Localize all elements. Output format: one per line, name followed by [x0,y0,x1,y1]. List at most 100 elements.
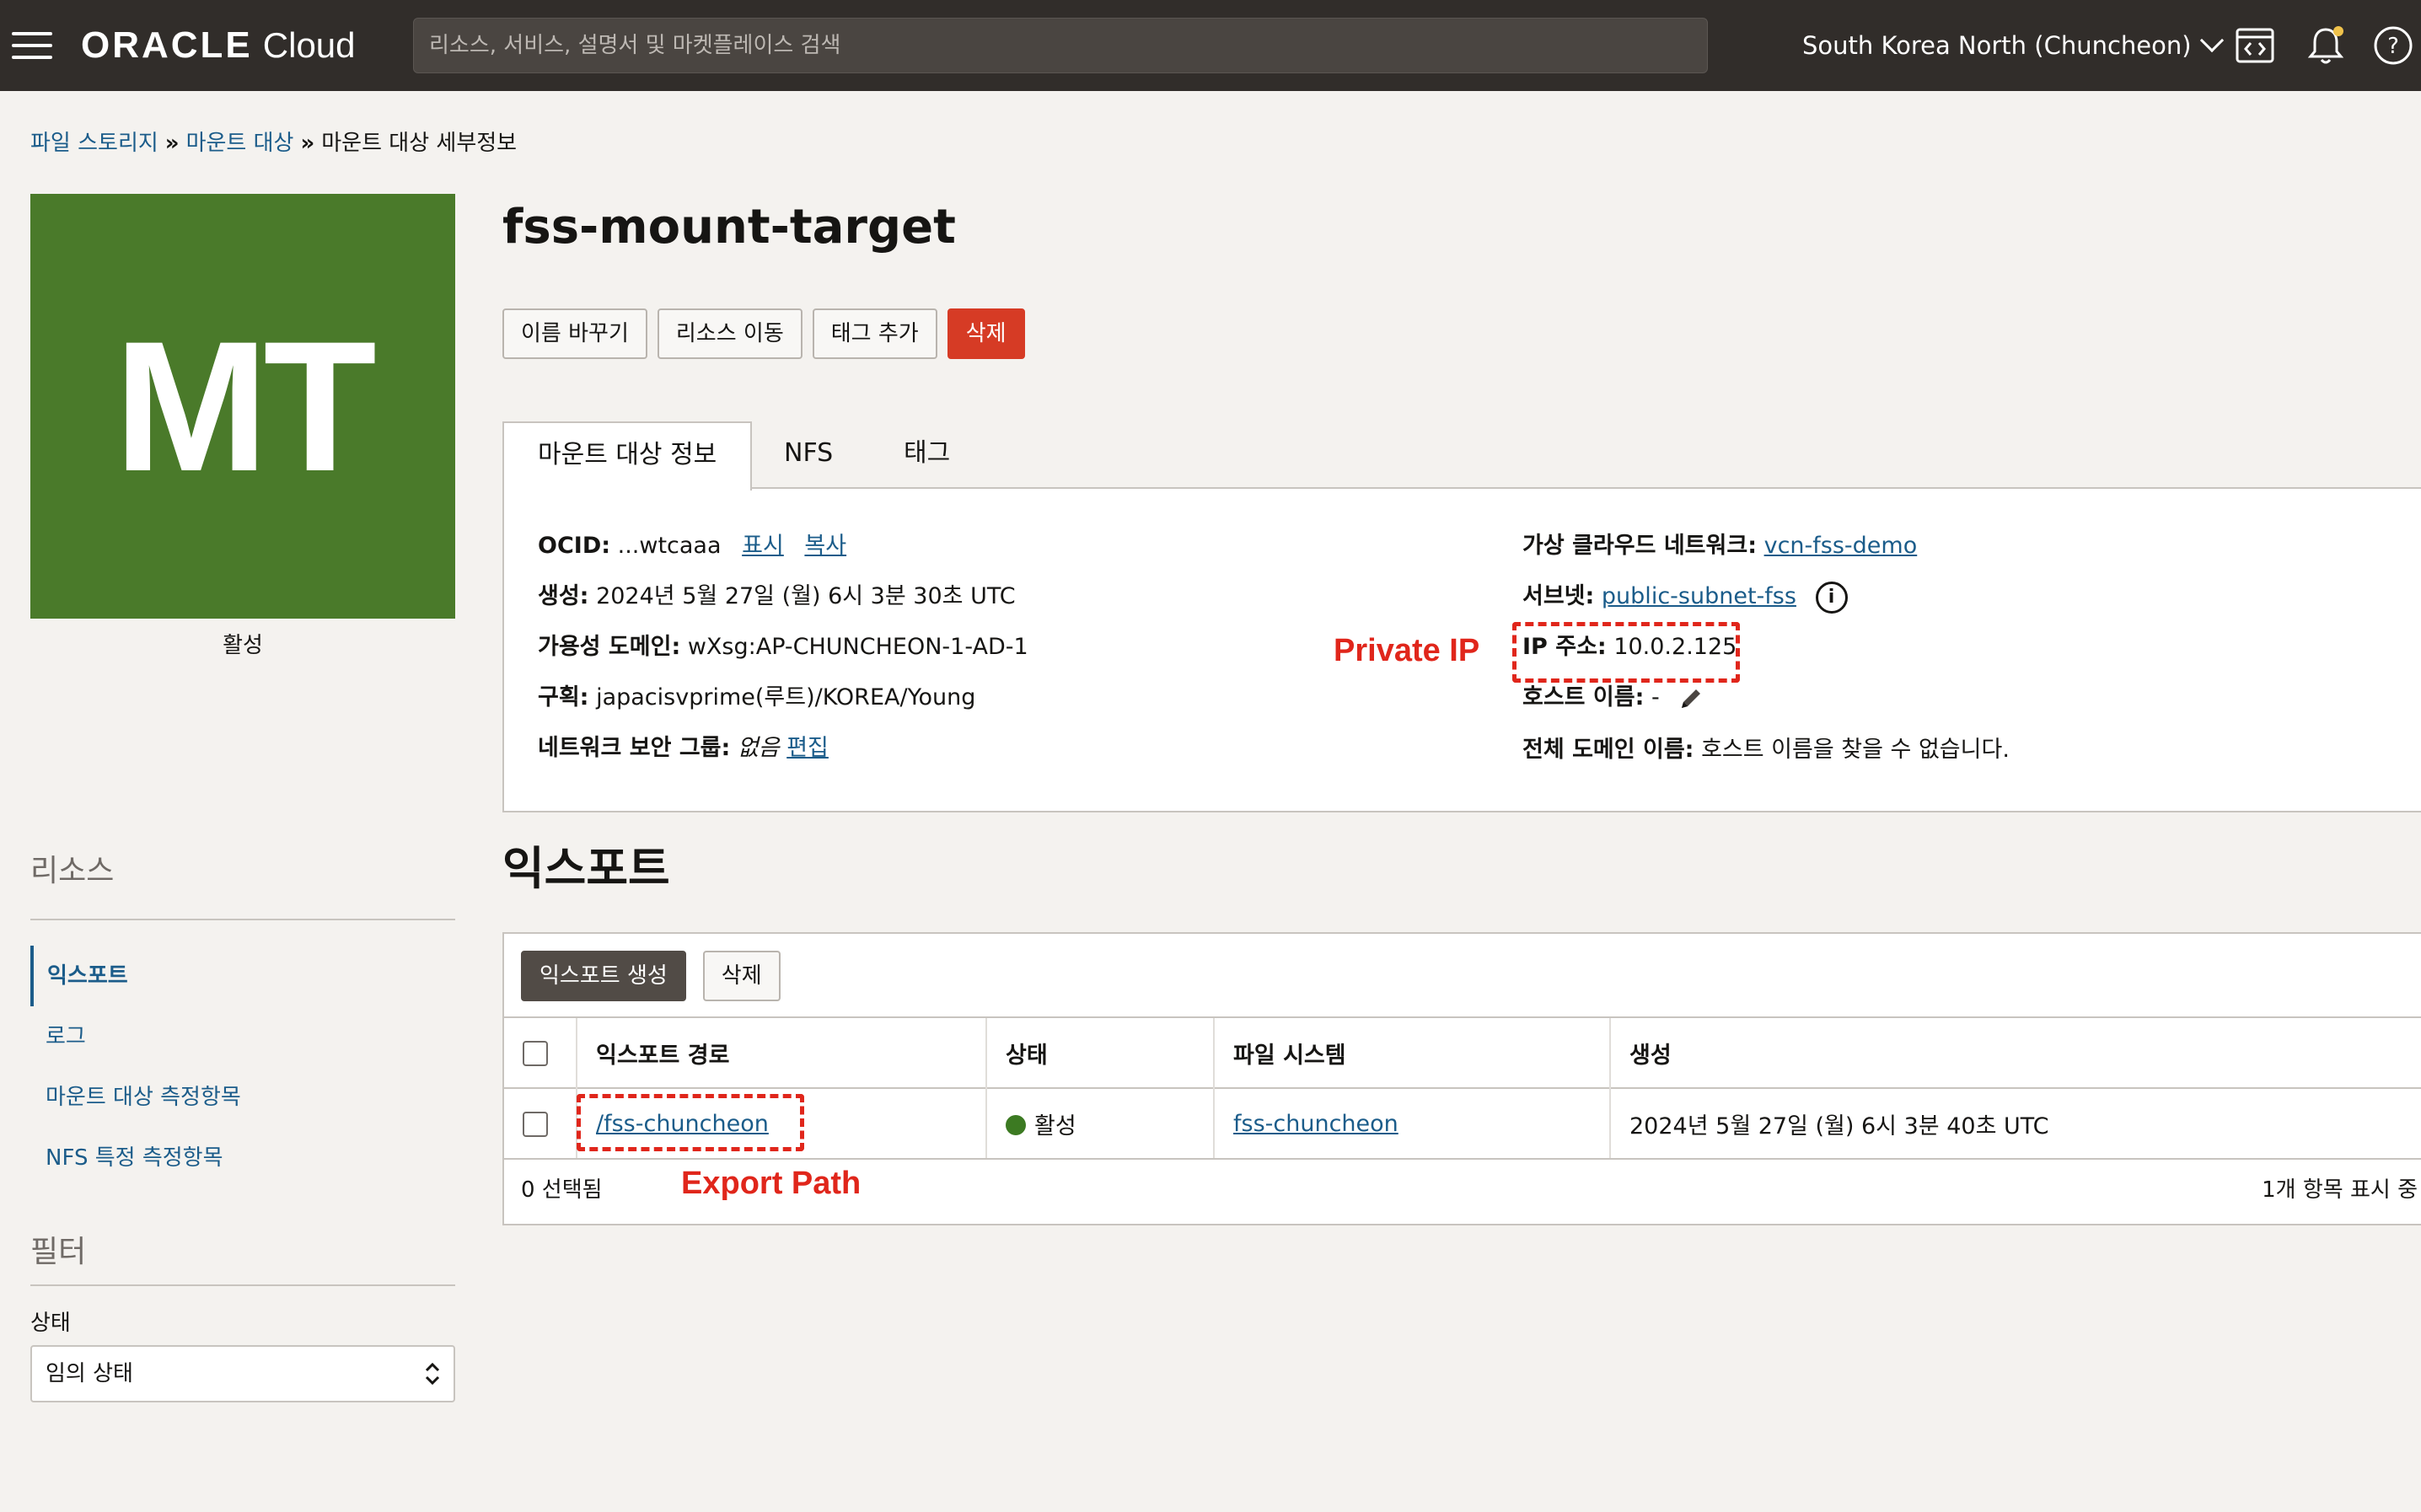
nsg-edit-link[interactable]: 편집 [786,735,829,761]
sidebar-item-mount-target-metrics[interactable]: 마운트 대상 측정항목 [30,1067,455,1128]
nsg-value: 없음 [737,735,780,761]
tab-nfs[interactable]: NFS [784,421,833,489]
status-cell: 활성 [985,1087,1214,1160]
column-header-created[interactable]: 생성 [1609,1016,2421,1088]
select-all-cell [504,1016,577,1088]
breadcrumb-separator: » [164,131,180,156]
page-title: fss-mount-target [502,200,956,255]
resource-status: 활성 [223,633,263,658]
compartment-row: 구획: japacisvprime(루트)/KOREA/Young [538,681,975,715]
row-select-cell [504,1087,577,1160]
state-filter-label: 상태 [30,1311,71,1336]
subnet-label: 서브넷: [1522,583,1595,609]
filter-heading: 필터 [30,1235,87,1269]
logo-oracle-text: ORACLE [81,24,253,66]
created-label: 생성: [538,583,589,609]
availability-domain-value: wXsg:AP-CHUNCHEON-1-AD-1 [687,634,1028,660]
ocid-row: OCID: ...wtcaaa 표시 복사 [538,529,846,563]
notification-bell-icon[interactable] [2303,23,2349,68]
delete-export-button[interactable]: 삭제 [702,951,781,1001]
ip-highlight-box [1512,622,1740,683]
showing-count: 1개 항목 표시 중 [2262,1177,2418,1203]
column-header-export-path[interactable]: 익스포트 경로 [576,1016,986,1088]
vcn-label: 가상 클라우드 네트워크: [1522,533,1757,559]
edit-pencil-icon[interactable] [1677,684,1705,713]
breadcrumb: 파일 스토리지» 마운트 대상» 마운트 대상 세부정보 [30,126,517,160]
create-export-button[interactable]: 익스포트 생성 [521,951,686,1001]
region-label: South Korea North (Chuncheon) [1802,31,2192,60]
state-filter-value: 임의 상태 [46,1361,133,1386]
select-all-checkbox[interactable] [523,1040,548,1066]
ocid-show-link[interactable]: 표시 [742,533,784,559]
exports-section-title: 익스포트 [502,842,670,895]
oracle-cloud-logo[interactable]: ORACLE Cloud [81,22,356,69]
compartment-label: 구획: [538,684,589,710]
column-header-file-system[interactable]: 파일 시스템 [1213,1016,1610,1088]
vcn-link[interactable]: vcn-fss-demo [1764,533,1918,559]
created-row: 생성: 2024년 5월 27일 (월) 6시 3분 30초 UTC [538,580,1016,614]
created-value: 2024년 5월 27일 (월) 6시 3분 30초 UTC [596,583,1016,609]
info-icon[interactable]: i [1815,581,1848,614]
logo-cloud-text: Cloud [262,25,356,65]
top-navigation-bar: ORACLE Cloud 리소스, 서비스, 설명서 및 마켓플레이스 검색 So… [0,0,2421,91]
compartment-value: japacisvprime(루트)/KOREA/Young [596,684,976,710]
state-filter-select[interactable]: 임의 상태 [30,1345,455,1402]
status-value: 활성 [1034,1113,1076,1139]
ocid-value: ...wtcaaa [617,533,722,559]
hostname-value: - [1651,684,1660,710]
breadcrumb-mount-targets[interactable]: 마운트 대상 [186,131,294,156]
resource-icon-tile: MT [30,194,455,619]
chevron-down-icon [2199,28,2224,53]
vcn-row: 가상 클라우드 네트워크: vcn-fss-demo [1522,529,1917,563]
tab-mount-target-info[interactable]: 마운트 대상 정보 [502,421,753,491]
ocid-label: OCID: [538,533,611,559]
hostname-row: 호스트 이름: - [1522,681,1705,715]
sidebar-item-logs[interactable]: 로그 [30,1006,455,1067]
availability-domain-label: 가용성 도메인: [538,634,681,660]
availability-domain-row: 가용성 도메인: wXsg:AP-CHUNCHEON-1-AD-1 [538,630,1028,664]
row-checkbox[interactable] [523,1111,548,1137]
file-system-link[interactable]: fss-chuncheon [1233,1111,1398,1137]
private-ip-annotation: Private IP [1334,633,1480,668]
filter-divider [30,1284,455,1286]
move-resource-button[interactable]: 리소스 이동 [657,308,803,359]
tab-tags[interactable]: 태그 [904,421,950,489]
sidebar-item-exports[interactable]: 익스포트 [30,946,455,1006]
export-path-highlight-box [577,1094,804,1151]
sidebar-item-nfs-metrics[interactable]: NFS 특정 측정항목 [30,1128,455,1188]
file-system-cell: fss-chuncheon [1213,1087,1610,1160]
nsg-row: 네트워크 보안 그룹: 없음 편집 [538,732,829,765]
selected-count: 0 선택됨 [521,1177,603,1203]
export-path-annotation: Export Path [681,1166,862,1201]
breadcrumb-file-storage[interactable]: 파일 스토리지 [30,131,158,156]
region-selector[interactable]: South Korea North (Chuncheon) [1802,25,2224,66]
fqdn-value: 호스트 이름을 찾을 수 없습니다. [1701,737,2010,763]
breadcrumb-separator: » [300,131,315,156]
resources-heading: 리소스 [30,854,115,888]
select-arrows-icon [425,1362,440,1386]
ocid-copy-link[interactable]: 복사 [804,533,846,559]
status-dot-icon [1006,1115,1026,1135]
search-input[interactable]: 리소스, 서비스, 설명서 및 마켓플레이스 검색 [413,18,1708,73]
svg-text:?: ? [2387,34,2399,59]
created-cell: 2024년 5월 27일 (월) 6시 3분 40초 UTC [1609,1087,2421,1160]
hostname-label: 호스트 이름: [1522,684,1645,710]
delete-button[interactable]: 삭제 [947,308,1025,359]
fqdn-row: 전체 도메인 이름: 호스트 이름을 찾을 수 없습니다. [1522,733,2010,767]
breadcrumb-current: 마운트 대상 세부정보 [321,131,518,156]
subnet-row: 서브넷: public-subnet-fss i [1522,580,1848,614]
nsg-label: 네트워크 보안 그룹: [538,735,731,761]
resources-divider [30,919,455,920]
menu-icon[interactable] [12,32,52,59]
table-header-row: 익스포트 경로 상태 파일 시스템 생성 [504,1016,2421,1088]
resources-nav: 익스포트 로그 마운트 대상 측정항목 NFS 특정 측정항목 [30,946,455,1188]
fqdn-label: 전체 도메인 이름: [1522,737,1694,763]
help-icon[interactable]: ? [2370,23,2416,68]
exports-toolbar: 익스포트 생성 삭제 [521,951,781,1001]
subnet-link[interactable]: public-subnet-fss [1602,583,1796,609]
code-editor-icon[interactable] [2232,23,2278,68]
rename-button[interactable]: 이름 바꾸기 [502,308,647,359]
action-bar: 이름 바꾸기 리소스 이동 태그 추가 삭제 [502,308,1025,359]
column-header-status[interactable]: 상태 [985,1016,1214,1088]
add-tags-button[interactable]: 태그 추가 [812,308,937,359]
